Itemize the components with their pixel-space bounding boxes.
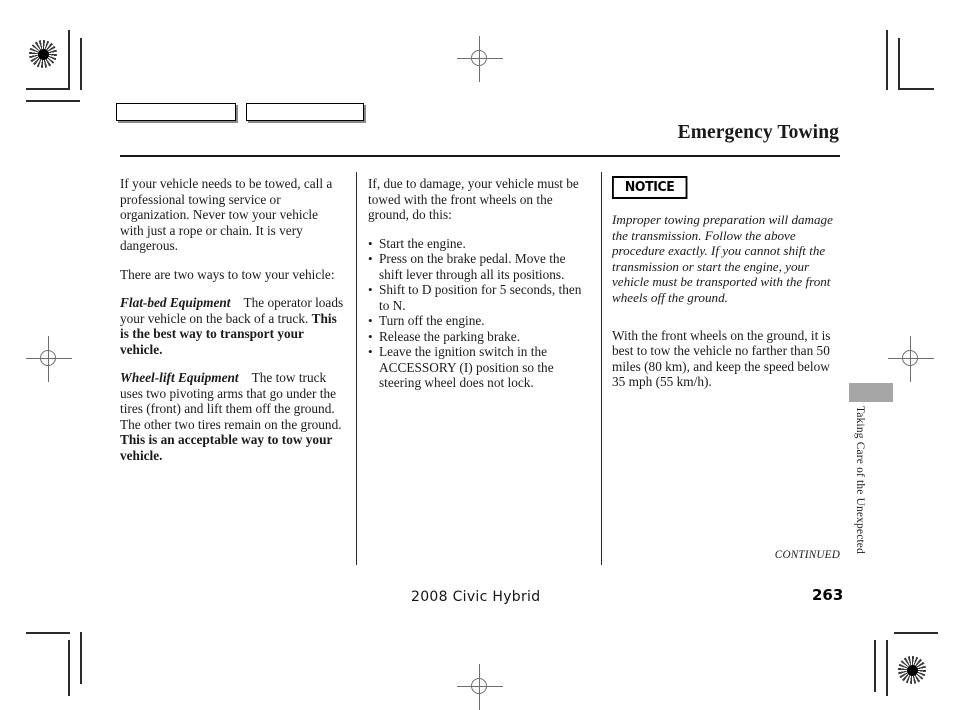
list-item: Leave the ignition switch in the ACCESSO…: [368, 344, 590, 391]
footer-model-name: 2008 Civic Hybrid: [411, 589, 541, 605]
crop-mark-bottom-right-vertical: [886, 640, 888, 696]
crop-mark-bottom-left-vertical-outer: [80, 632, 82, 684]
page-title: Emergency Towing: [677, 122, 839, 143]
crop-mark-bottom-left-vertical: [68, 640, 70, 696]
manual-page: Emergency Towing If your vehicle needs t…: [0, 0, 954, 710]
section-thumb-tab: [849, 383, 893, 402]
crop-mark-bottom-right-vertical-outer: [874, 640, 876, 692]
section-tab-box-left[interactable]: [116, 103, 236, 121]
flatbed-paragraph: Flat-bed Equipment The operator loads you…: [120, 295, 344, 357]
notice-body-text: Improper towing preparation will damage …: [612, 212, 833, 306]
registration-cross-bottom-center: [457, 664, 503, 710]
notice-block: NOTICE Improper towing preparation will …: [612, 176, 840, 306]
section-side-label: Taking Care of the Unexpected: [854, 406, 866, 554]
crop-mark-bottom-right-horizontal: [894, 632, 938, 634]
crop-mark-top-left-horizontal-outer: [26, 100, 80, 102]
registration-target-top-left: [29, 40, 57, 68]
list-item: Turn off the engine.: [368, 313, 590, 329]
crop-mark-top-right-horizontal: [898, 88, 934, 90]
wheellift-paragraph: Wheel-lift Equipment The tow truck uses t…: [120, 370, 344, 463]
crop-mark-top-left-horizontal: [26, 88, 70, 90]
crop-mark-top-right-vertical: [886, 30, 888, 90]
footer-page-number: 263: [812, 586, 844, 604]
intro-paragraph: If your vehicle needs to be towed, call …: [120, 176, 333, 254]
wheellift-runhead: Wheel-lift Equipment: [120, 370, 239, 386]
column-divider-two: [601, 172, 602, 565]
towing-distance-paragraph: With the front wheels on the ground, it …: [612, 327, 831, 390]
section-tab-box-right[interactable]: [246, 103, 364, 121]
column-divider-one: [356, 172, 357, 565]
column-one: If your vehicle needs to be towed, call …: [120, 176, 344, 476]
crop-mark-bottom-left-horizontal: [26, 632, 70, 634]
column-two: If, due to damage, your vehicle must be …: [368, 176, 590, 391]
registration-cross-top-center: [457, 36, 503, 82]
list-item: Shift to D position for 5 seconds, then …: [368, 282, 590, 313]
towing-steps-intro: If, due to damage, your vehicle must be …: [368, 176, 579, 223]
continued-label: CONTINUED: [774, 549, 840, 561]
column-three: NOTICE Improper towing preparation will …: [612, 176, 840, 403]
header-divider-rule: [120, 155, 840, 157]
crop-mark-top-right-vertical-outer: [898, 38, 900, 90]
towing-steps-list: Start the engine. Press on the brake ped…: [368, 236, 590, 391]
crop-mark-top-left-vertical-outer: [80, 38, 82, 90]
notice-badge: NOTICE: [612, 176, 688, 200]
wheellift-bold-text: This is an acceptable way to tow your ve…: [120, 432, 333, 463]
two-ways-paragraph: There are two ways to tow your vehicle:: [120, 266, 335, 282]
list-item: Start the engine.: [368, 236, 590, 252]
list-item: Press on the brake pedal. Move the shift…: [368, 251, 590, 282]
flatbed-runhead: Flat-bed Equipment: [120, 295, 231, 311]
registration-target-bottom-right: [898, 656, 926, 684]
registration-cross-right-middle: [888, 336, 934, 382]
list-item: Release the parking brake.: [368, 329, 590, 345]
registration-cross-left-middle: [26, 336, 72, 382]
crop-mark-top-left-vertical: [68, 30, 70, 90]
